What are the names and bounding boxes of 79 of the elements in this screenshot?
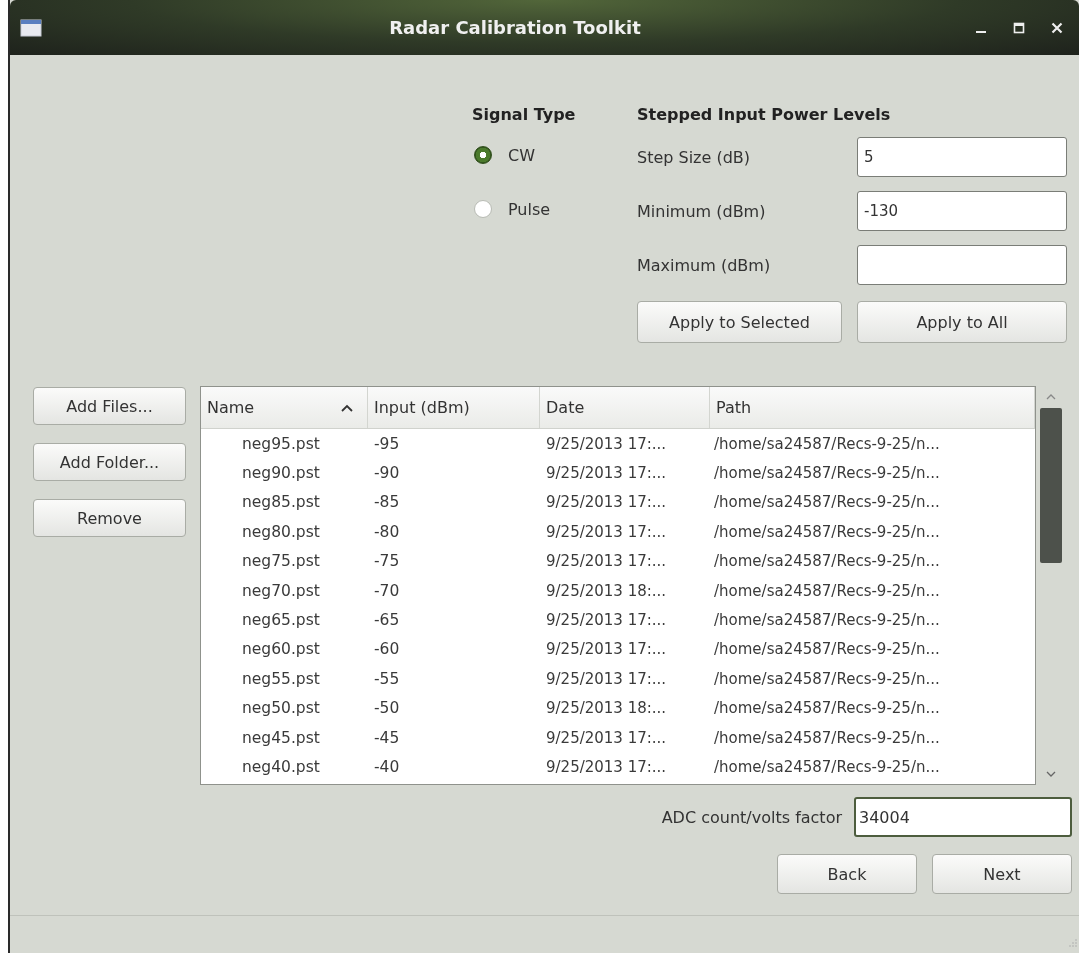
apply-selected-button[interactable]: Apply to Selected: [637, 301, 842, 343]
table-cell-text: /home/sa24587/Recs-9-25/n...: [713, 728, 941, 747]
window-icon[interactable]: [20, 18, 42, 37]
table-cell-text: /home/sa24587/Recs-9-25/n...: [713, 493, 941, 512]
table-cell-text: neg80.pst: [241, 522, 321, 541]
table-cell-text: /home/sa24587/Recs-9-25/n...: [713, 699, 941, 718]
table-cell-text: 9/25/2013 17:...: [545, 640, 668, 659]
input-field[interactable]: 34004: [854, 797, 1072, 837]
column-header[interactable]: Input (dBm): [368, 387, 540, 428]
field-label: Maximum (dBm): [637, 255, 772, 275]
table-cell-text: 9/25/2013 17:...: [545, 728, 668, 747]
section-heading: Stepped Input Power Levels: [637, 104, 892, 126]
table-cell-text: neg75.pst: [241, 552, 321, 571]
table-cell-text: 9/25/2013 17:...: [545, 464, 668, 483]
radio-button[interactable]: [474, 200, 492, 218]
column-header[interactable]: Path: [710, 387, 1035, 428]
table-cell-text: 9/25/2013 18:...: [545, 699, 668, 718]
table-cell-text: /home/sa24587/Recs-9-25/n...: [713, 758, 941, 776]
table-cell-text: -45: [373, 728, 401, 747]
table-cell-text: 9/25/2013 17:...: [545, 758, 668, 776]
table-cell-text: /home/sa24587/Recs-9-25/n...: [713, 611, 941, 630]
table-cell-text: -55: [373, 669, 401, 688]
table-cell-text: /home/sa24587/Recs-9-25/n...: [713, 464, 941, 483]
field-label: Minimum (dBm): [637, 201, 767, 221]
table-cell-text: /home/sa24587/Recs-9-25/n...: [713, 434, 941, 453]
column-header[interactable]: Date: [540, 387, 710, 428]
table-cell-text: 9/25/2013 17:...: [545, 493, 668, 512]
table-cell-text: -95: [373, 434, 401, 453]
section-heading: Signal Type: [472, 104, 577, 126]
apply-all-button[interactable]: Apply to All: [857, 301, 1067, 343]
table-cell-text: -40: [373, 758, 401, 776]
table-cell-text: /home/sa24587/Recs-9-25/n...: [713, 640, 941, 659]
close-icon[interactable]: [1051, 21, 1063, 34]
table-cell-text: /home/sa24587/Recs-9-25/n...: [713, 669, 941, 688]
file-button[interactable]: Add Folder...: [33, 443, 186, 481]
table-cell-text: 9/25/2013 17:...: [545, 611, 668, 630]
input-field[interactable]: 5: [857, 137, 1067, 177]
file-button[interactable]: Add Files...: [33, 387, 186, 425]
maximize-icon[interactable]: [1013, 21, 1025, 34]
table-cell-text: neg90.pst: [241, 464, 321, 483]
column-header[interactable]: Name: [201, 387, 368, 428]
table-cell-text: neg45.pst: [241, 728, 321, 747]
table-cell-text: neg40.pst: [241, 758, 321, 776]
field-label: ADC count/volts factor: [661, 807, 842, 827]
table-cell-text: -90: [373, 464, 401, 483]
input-field[interactable]: -130: [857, 191, 1067, 231]
table-cell-text: 9/25/2013 17:...: [545, 522, 668, 541]
nav-button[interactable]: Back: [777, 854, 917, 894]
table-cell-text: -85: [373, 493, 401, 512]
table-cell-text: /home/sa24587/Recs-9-25/n...: [713, 522, 941, 541]
table-cell-text: 9/25/2013 18:...: [545, 581, 668, 600]
field-label: Step Size (dB): [637, 147, 752, 167]
table-cell-text: /home/sa24587/Recs-9-25/n...: [713, 552, 941, 571]
table-cell-text: neg55.pst: [241, 669, 321, 688]
table-cell-text: /home/sa24587/Recs-9-25/n...: [713, 581, 941, 600]
table-cell-text: -65: [373, 611, 401, 630]
radio-label[interactable]: Pulse: [508, 199, 551, 219]
table-cell-text: 9/25/2013 17:...: [545, 669, 668, 688]
table-cell-text: 9/25/2013 17:...: [545, 552, 668, 571]
file-button[interactable]: Remove: [33, 499, 186, 537]
table-cell-text: -50: [373, 699, 401, 718]
radio-label[interactable]: CW: [508, 145, 535, 165]
scrollbar-thumb[interactable]: [1040, 408, 1062, 563]
scroll-down-icon[interactable]: [1046, 770, 1056, 778]
radio-button[interactable]: [474, 146, 492, 164]
table-cell-text: 9/25/2013 17:...: [545, 434, 668, 453]
table-cell-text: -70: [373, 581, 401, 600]
table-cell-text: neg85.pst: [241, 493, 321, 512]
window-title: Radar Calibration Toolkit: [388, 17, 642, 38]
table-cell-text: neg50.pst: [241, 699, 321, 718]
table-cell-text: -75: [373, 552, 401, 571]
table-cell-text: neg60.pst: [241, 640, 321, 659]
table-cell-text: neg65.pst: [241, 611, 321, 630]
table-cell-text: -80: [373, 522, 401, 541]
table-cell-text: neg95.pst: [241, 434, 321, 453]
table-cell-text: neg70.pst: [241, 581, 321, 600]
table-cell-text: -60: [373, 640, 401, 659]
input-field[interactable]: [857, 245, 1067, 285]
nav-button[interactable]: Next: [932, 854, 1072, 894]
